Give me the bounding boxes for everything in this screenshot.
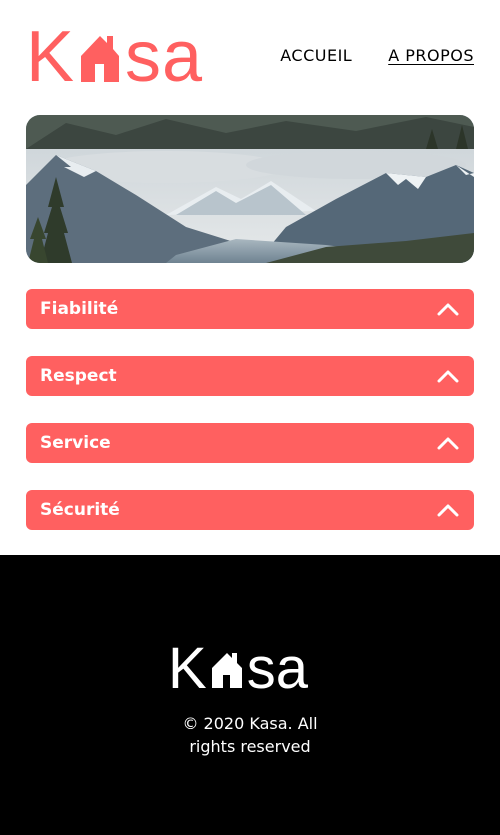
- kasa-logo[interactable]: K sa: [26, 17, 204, 97]
- collapse-service[interactable]: Service: [26, 423, 474, 463]
- logo-letters-sa: sa: [125, 17, 204, 97]
- copyright-text: © 2020 Kasa. All rights reserved: [0, 712, 500, 758]
- collapse-securite[interactable]: Sécurité: [26, 490, 474, 530]
- collapse-title: Respect: [40, 366, 117, 386]
- mountain-landscape-image: [26, 115, 474, 263]
- about-banner: [26, 115, 474, 263]
- collapse-title: Fiabilité: [40, 299, 119, 319]
- logo-letter-k: K: [26, 17, 76, 97]
- nav-link-a-propos[interactable]: A PROPOS: [388, 46, 474, 65]
- collapse-title: Sécurité: [40, 500, 120, 520]
- main-nav: ACCUEIL A PROPOS: [280, 46, 474, 65]
- collapse-respect[interactable]: Respect: [26, 356, 474, 396]
- chevron-up-icon[interactable]: [436, 368, 460, 384]
- nav-link-accueil[interactable]: ACCUEIL: [280, 46, 352, 65]
- copyright-line-2: rights reserved: [189, 737, 311, 756]
- chevron-up-icon[interactable]: [436, 435, 460, 451]
- footer-kasa-logo: K sa: [168, 640, 308, 698]
- chevron-up-icon[interactable]: [436, 301, 460, 317]
- header: K sa ACCUEIL A PROPOS: [0, 0, 500, 110]
- footer-logo-letter-k: K: [168, 636, 207, 701]
- footer-logo-letters-sa: sa: [246, 636, 308, 701]
- house-icon: [211, 653, 242, 688]
- collapse-fiabilite[interactable]: Fiabilité: [26, 289, 474, 329]
- collapse-title: Service: [40, 433, 111, 453]
- chevron-up-icon[interactable]: [436, 502, 460, 518]
- house-icon: [81, 36, 120, 82]
- copyright-line-1: © 2020 Kasa. All: [182, 714, 318, 733]
